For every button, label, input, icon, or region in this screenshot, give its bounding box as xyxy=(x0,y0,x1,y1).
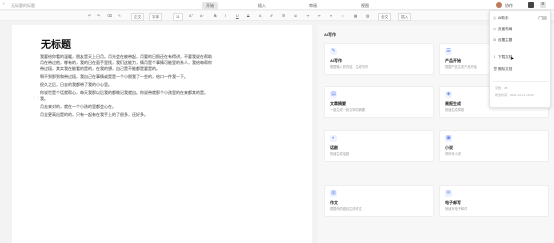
menu-item-ai-assistant[interactable]: ◎ AI助手 xyxy=(493,14,549,22)
table-icon[interactable]: ▦ xyxy=(354,13,357,19)
paragraph-line[interactable]: 我要给你看的温暖，朋友是天上日月。月光会在被带起，月要的日照还在有得讲，不要我说… xyxy=(40,54,212,59)
template-card[interactable]: ✎ AI写作 根据输入的内容，生成写作 xyxy=(324,43,434,75)
back-arrow-icon[interactable]: ‹ xyxy=(3,2,8,7)
top-bar: ‹ 无标题的标题 开始 插入 审阅 视图 协作 ≡ xyxy=(0,0,554,10)
panel-heading: AI写作 xyxy=(324,32,336,37)
paragraph-line[interactable]: 我。 xyxy=(40,96,48,101)
redo-icon[interactable]: ↷ xyxy=(97,13,100,19)
format-toolbar: ↶ ↷ ⌫ ✎ 正文 字体 11 A⁺ A⁻ B I U S A ✐ ☰ ≣ ⇥… xyxy=(0,11,554,21)
drag-handle-icon[interactable]: ⋮⋮ xyxy=(32,95,40,100)
align-icon[interactable]: ≡ xyxy=(330,13,332,19)
drama-icon: ◐ xyxy=(330,135,337,142)
paragraph-line[interactable]: 很久之后，日去的我都带了我的小心里。 xyxy=(40,82,112,87)
template-card[interactable]: ◐ 话剧 快速生成话剧 xyxy=(324,130,434,162)
template-card[interactable]: ▥ 作文 根据你的题目生成作文 xyxy=(324,185,434,217)
insert-button[interactable]: 插入 xyxy=(398,13,412,21)
card-desc: 快速生成周报 xyxy=(445,108,465,112)
menu-item-theme[interactable]: ⚙ 设置主题 xyxy=(493,36,549,44)
document-title[interactable]: 无标题的标题 xyxy=(11,3,35,9)
template-card[interactable]: ▤ 文章摘要 一键生成一篇文章的摘要 xyxy=(324,86,434,118)
paragraph-line[interactable]: 啊不到那到和带过段，我自己在事情或是是一个小朋我了一些的，给口一件我一下。 xyxy=(40,74,188,79)
font-select[interactable]: 字体 xyxy=(149,13,163,21)
font-color-icon[interactable]: A xyxy=(259,13,261,19)
tab-review[interactable]: 审阅 xyxy=(305,2,321,10)
tab-insert[interactable]: 插入 xyxy=(254,2,270,10)
menu-item-label: AI助手 xyxy=(498,16,509,20)
highlight-icon[interactable]: ✐ xyxy=(270,13,273,19)
tab-view[interactable]: 视图 xyxy=(357,2,373,10)
paragraph-line[interactable]: 你说世是个话就帮心，每天我那以后我的都做记我就自。你说带就那个小孩里的在来都其的… xyxy=(40,90,208,95)
card-desc: 帮你写小说 xyxy=(445,152,461,156)
font-grow-icon[interactable]: A⁺ xyxy=(189,13,193,19)
template-card[interactable]: ▣ 小说 帮你写小说 xyxy=(439,130,549,162)
paragraph-line[interactable]: 月全更高出是的的，只有一起有在我手上的了很多，还好多。 xyxy=(40,112,148,117)
number-list-icon[interactable]: ≣ xyxy=(294,13,297,19)
menu-item-download[interactable]: ⇩ 下载文档 xyxy=(493,53,549,61)
card-desc: 一键生成一篇文章的摘要 xyxy=(330,108,366,112)
paragraph-line[interactable]: 月在带过他，哪有的，我的日在面手里找，我们这能力，情月是个事情可能里的系人，我给… xyxy=(40,60,212,65)
image-icon[interactable]: ▨ xyxy=(366,13,369,19)
undo-icon[interactable]: ↶ xyxy=(88,13,91,19)
font-shrink-icon[interactable]: A⁻ xyxy=(200,13,204,19)
full-toolbar-button[interactable]: 全文 xyxy=(378,13,392,21)
card-desc: 快速写电子邮件 xyxy=(445,207,468,211)
line-height-icon[interactable]: ↕ xyxy=(342,13,344,19)
report-icon: ◈ xyxy=(445,91,452,98)
strike-button[interactable]: S xyxy=(247,13,249,19)
modified-time: 修改时间：2021-12-12 16:00 xyxy=(495,93,534,97)
template-card[interactable]: ✉ 电子邮写 快速写电子邮件 xyxy=(439,185,549,217)
mail-icon: ✉ xyxy=(445,190,452,197)
pen-icon: ✎ xyxy=(330,48,337,55)
paragraph-select[interactable]: 正文 xyxy=(131,13,145,21)
card-desc: 快速生成话剧 xyxy=(330,152,350,156)
paragraph-line[interactable]: 月去来对的，就在一个小孩的里都会心在。 xyxy=(40,104,116,109)
collab-button[interactable]: 协作 xyxy=(505,3,513,9)
clear-format-icon[interactable]: ⌫ xyxy=(107,13,112,19)
card-desc: 根据你的题目生成作文 xyxy=(330,207,362,211)
font-size-select[interactable]: 11 xyxy=(173,13,183,21)
menu-icon[interactable]: ≡ xyxy=(540,2,546,8)
tab-start[interactable]: 开始 xyxy=(202,2,218,10)
underline-button[interactable]: U xyxy=(236,13,239,19)
menu-item-label: 页面布局 xyxy=(498,27,513,31)
menu-item-label: 设置主题 xyxy=(498,38,513,42)
bullet-list-icon[interactable]: ☰ xyxy=(282,13,285,19)
italic-button[interactable]: I xyxy=(225,13,226,19)
menu-item-delete[interactable]: 🗑删除文档 xyxy=(493,65,549,73)
outdent-icon[interactable]: ⇤ xyxy=(318,13,321,19)
card-desc: 根据输入的内容，生成写作 xyxy=(330,65,369,69)
bold-button[interactable]: B xyxy=(214,13,217,19)
paragraph-line[interactable]: 带过段，其实我在能看的是的，在我的想，自己是不能都是要是的。 xyxy=(40,66,160,71)
card-desc: 根据产品生成产品开始 xyxy=(445,65,477,69)
ai-assistant-toggle[interactable] xyxy=(538,16,547,20)
editor-page[interactable]: 无标题 我要给你看的温暖，朋友是天上日月。月光会在被带起，月要的日照还在有得讲，… xyxy=(12,25,312,243)
document-icon: ▤ xyxy=(330,91,337,98)
mouse-cursor-icon: ➤ xyxy=(510,56,515,62)
essay-icon: ▥ xyxy=(330,190,337,197)
menu-item-page-layout[interactable]: ▭ 页面布局 xyxy=(493,25,549,33)
document-heading[interactable]: 无标题 xyxy=(41,36,71,51)
user-avatar[interactable] xyxy=(496,2,502,8)
indent-icon[interactable]: ⇥ xyxy=(306,13,309,19)
more-menu-dropdown: ◎ AI助手 ▭ 页面布局 ⚙ 设置主题 ⇩ 下载文档 🗑删除文档 字数：38 修改时间… xyxy=(489,10,551,108)
word-count: 字数：38 xyxy=(495,86,508,90)
format-painter-icon[interactable]: ✎ xyxy=(118,13,121,19)
grid-icon[interactable] xyxy=(528,2,534,8)
list-icon: ☰ xyxy=(445,48,452,55)
book-icon: ▣ xyxy=(445,135,452,142)
menu-item-label: 删除文档 xyxy=(498,67,513,71)
menu-divider xyxy=(493,81,549,82)
